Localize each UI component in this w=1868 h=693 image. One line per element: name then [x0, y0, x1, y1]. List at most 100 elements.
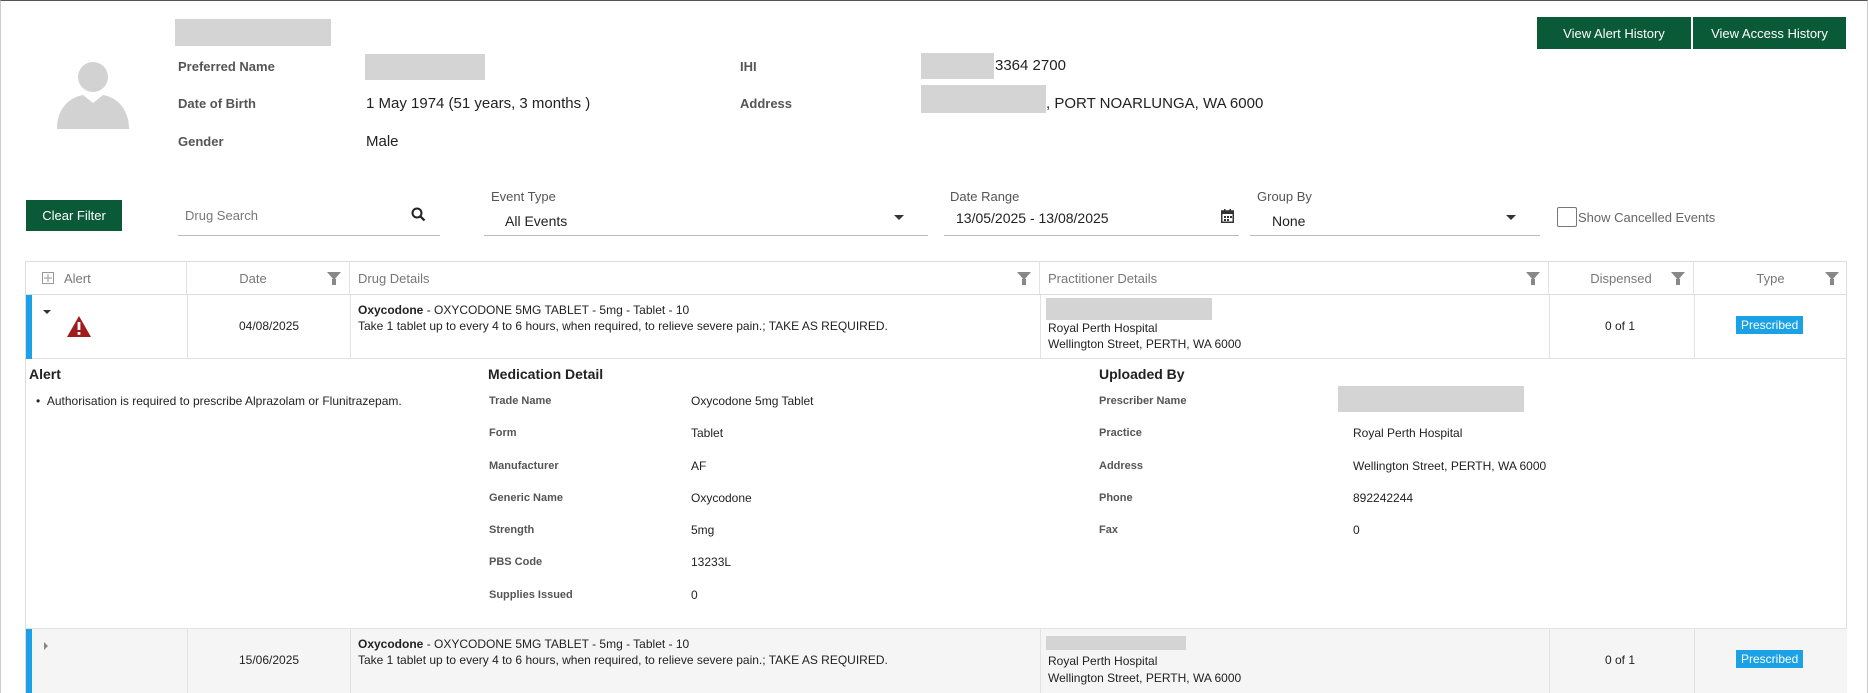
practice-name: Royal Perth Hospital [1048, 654, 1158, 668]
chevron-down-icon[interactable] [1506, 215, 1516, 220]
drug-description: - OXYCODONE 5MG TABLET - 5mg - Tablet - … [423, 637, 690, 651]
dob-value: 1 May 1974 (51 years, 3 months ) [366, 95, 591, 112]
form-value: Tablet [691, 426, 724, 440]
dob-label: Date of Birth [178, 96, 256, 111]
address-label: Address [740, 96, 793, 111]
phone-value: 892242244 [1353, 491, 1414, 505]
status-badge: Prescribed [1736, 650, 1804, 668]
alert-text: Authorisation is required to prescribe A… [46, 394, 402, 408]
uploaded-by-heading: Uploaded By [1099, 366, 1185, 382]
group-by-label: Group By [1257, 189, 1312, 204]
filter-icon[interactable] [1526, 272, 1540, 285]
column-header-dispensed[interactable]: Dispensed [1549, 262, 1694, 295]
drug-name: Oxycodone [358, 637, 424, 651]
row-selected-indicator [26, 295, 32, 359]
row-selected-indicator [26, 629, 32, 693]
drug-name: Oxycodone [358, 303, 424, 317]
strength-value: 5mg [691, 523, 715, 537]
drug-details: Oxycodone - OXYCODONE 5MG TABLET - 5mg -… [358, 637, 689, 651]
column-label-type: Type [1756, 270, 1785, 286]
column-label-practitioner: Practitioner Details [1048, 270, 1158, 286]
preferred-name-redacted [365, 54, 485, 80]
status-badge: Prescribed [1736, 316, 1804, 334]
row-detail-panel: Alert • Authorisation is required to pre… [26, 359, 1847, 629]
row-expand-icon[interactable] [44, 642, 48, 650]
column-header-alert[interactable]: Alert [26, 262, 187, 295]
search-icon[interactable] [411, 207, 426, 222]
patient-name-redacted [175, 19, 331, 46]
column-label-alert: Alert [64, 270, 91, 286]
row-collapse-icon[interactable] [43, 310, 51, 314]
event-type-select[interactable]: All Events [505, 213, 567, 229]
column-header-drug-details[interactable]: Drug Details [350, 262, 1040, 295]
date-range-label: Date Range [950, 189, 1020, 204]
pbs-code-label: PBS Code [489, 556, 543, 568]
column-header-type[interactable]: Type [1694, 262, 1847, 295]
form-label: Form [489, 427, 517, 439]
view-alert-history-button[interactable]: View Alert History [1537, 17, 1691, 49]
table-row[interactable]: 04/08/2025 Oxycodone - OXYCODONE 5MG TAB… [26, 295, 1847, 359]
fax-value: 0 [1353, 523, 1360, 537]
view-access-history-button[interactable]: View Access History [1693, 17, 1846, 49]
prescriber-name-redacted [1338, 386, 1524, 412]
event-type-underline [484, 235, 928, 236]
phone-label: Phone [1099, 492, 1133, 504]
medication-detail-heading: Medication Detail [488, 366, 604, 382]
show-cancelled-checkbox[interactable] [1557, 207, 1577, 227]
row-date: 15/06/2025 [239, 653, 300, 667]
group-by-underline [1250, 235, 1540, 236]
events-grid: Alert Date Drug Details Practitioner Det… [25, 261, 1847, 693]
address-value: , PORT NOARLUNGA, WA 6000 [1046, 95, 1264, 112]
practice-address: Wellington Street, PERTH, WA 6000 [1048, 337, 1242, 351]
show-cancelled-label[interactable]: Show Cancelled Events [1578, 210, 1715, 225]
pbs-code-value: 13233L [691, 555, 732, 569]
practice-value: Royal Perth Hospital [1353, 426, 1463, 440]
preferred-name-label: Preferred Name [178, 59, 275, 74]
column-header-practitioner[interactable]: Practitioner Details [1040, 262, 1549, 295]
dispensed-value: 0 of 1 [1605, 319, 1636, 333]
fax-label: Fax [1099, 524, 1118, 536]
address-redacted [921, 85, 1046, 113]
trade-name-value: Oxycodone 5mg Tablet [691, 394, 814, 408]
address-value: Wellington Street, PERTH, WA 6000 [1353, 459, 1547, 473]
table-row[interactable]: 15/06/2025 Oxycodone - OXYCODONE 5MG TAB… [26, 629, 1847, 693]
column-label-drug-details: Drug Details [358, 270, 430, 286]
drug-search-underline [178, 235, 440, 236]
drug-instructions: Take 1 tablet up to every 4 to 6 hours, … [358, 653, 888, 667]
filter-icon[interactable] [1671, 272, 1685, 285]
filter-icon[interactable] [1825, 272, 1839, 285]
date-range-input[interactable]: 13/05/2025 - 13/08/2025 [956, 210, 1109, 226]
bullet: • [36, 394, 47, 408]
column-label-date: Date [239, 270, 267, 286]
ihi-label: IHI [740, 59, 757, 74]
drug-details: Oxycodone - OXYCODONE 5MG TABLET - 5mg -… [358, 303, 689, 317]
event-type-label: Event Type [491, 189, 556, 204]
ihi-value: 3364 2700 [995, 57, 1066, 74]
calendar-icon[interactable] [1221, 209, 1234, 223]
alert-list-item: • Authorisation is required to prescribe… [36, 394, 402, 408]
chevron-down-icon[interactable] [894, 215, 904, 220]
trade-name-label: Trade Name [489, 395, 552, 407]
avatar [53, 53, 133, 129]
manufacturer-label: Manufacturer [489, 460, 559, 472]
clear-filter-button[interactable]: Clear Filter [26, 200, 122, 231]
expand-all-icon[interactable] [42, 272, 54, 284]
practitioner-name-redacted [1046, 298, 1212, 320]
practice-address: Wellington Street, PERTH, WA 6000 [1048, 671, 1242, 685]
drug-search-input[interactable]: Drug Search [185, 208, 258, 223]
practice-label: Practice [1099, 427, 1142, 439]
warning-icon [67, 316, 91, 337]
supplies-issued-label: Supplies Issued [489, 589, 573, 601]
drug-description: - OXYCODONE 5MG TABLET - 5mg - Tablet - … [423, 303, 690, 317]
row-date: 04/08/2025 [239, 319, 300, 333]
practice-name: Royal Perth Hospital [1048, 321, 1158, 335]
address-label: Address [1099, 460, 1144, 472]
prescriber-name-label: Prescriber Name [1099, 395, 1187, 407]
group-by-select[interactable]: None [1272, 213, 1305, 229]
ihi-redacted [921, 53, 994, 79]
filter-icon[interactable] [327, 272, 341, 285]
generic-name-value: Oxycodone [691, 491, 752, 505]
filter-icon[interactable] [1017, 272, 1031, 285]
column-header-date[interactable]: Date [187, 262, 350, 295]
date-range-underline [944, 235, 1239, 236]
